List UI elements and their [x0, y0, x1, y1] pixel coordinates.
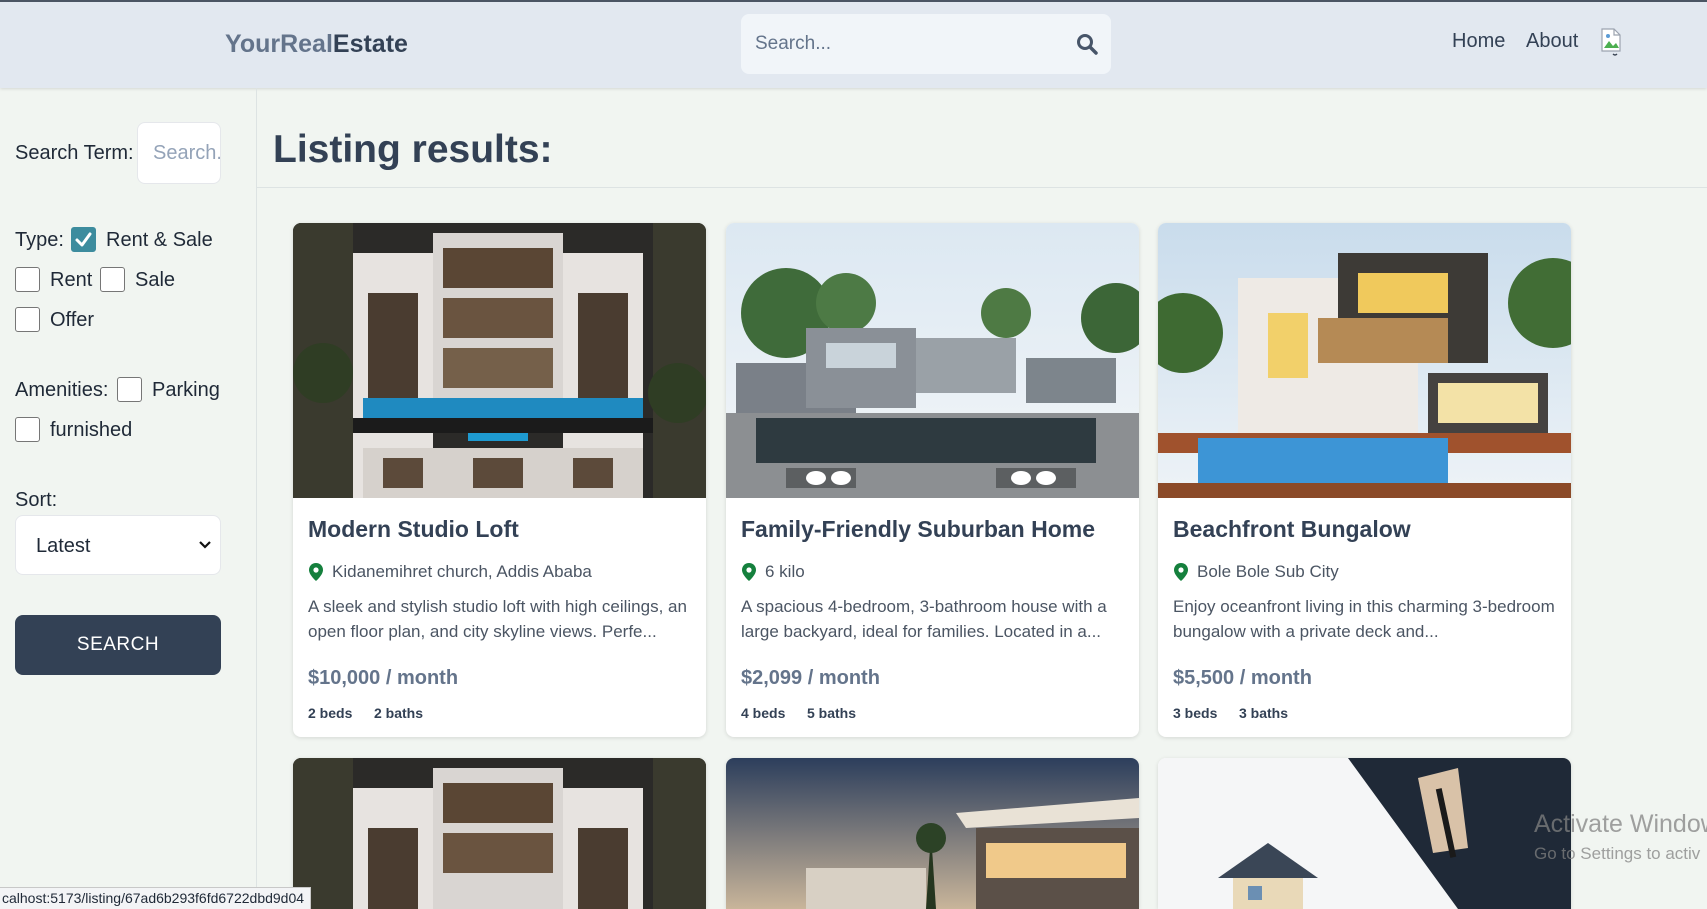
nav-about-link[interactable]: About: [1526, 30, 1578, 53]
listing-card[interactable]: Beachfront Bungalow Bole Bole Sub City E…: [1158, 223, 1571, 737]
listing-image[interactable]: [1158, 758, 1571, 909]
title-divider: [257, 187, 1707, 188]
listing-image[interactable]: [726, 223, 1139, 498]
listing-description: Enjoy oceanfront living in this charming…: [1173, 597, 1555, 641]
chevron-down-icon: [199, 541, 211, 549]
listing-baths: 3 baths: [1239, 705, 1289, 721]
listing-price: $2,099 / month: [741, 667, 880, 689]
location-pin-icon: [309, 563, 323, 581]
logo-part-2: Estate: [332, 30, 408, 58]
rent-checkbox[interactable]: [15, 267, 40, 292]
listing-image[interactable]: [293, 758, 706, 909]
listing-card[interactable]: [726, 758, 1139, 909]
sort-selected-value: Latest: [36, 535, 91, 557]
sale-label: Sale: [135, 269, 176, 291]
header-search-input[interactable]: [755, 14, 1055, 74]
furnished-checkbox[interactable]: [15, 417, 40, 442]
logo-part-1: YourReal: [225, 30, 333, 58]
rent-sale-label: Rent & Sale: [106, 229, 213, 251]
sort-select[interactable]: Latest: [15, 515, 221, 575]
header-search-form: [741, 14, 1111, 74]
furnished-label: furnished: [50, 419, 133, 441]
amenities-label: Amenities:: [15, 379, 109, 401]
listing-description: A sleek and stylish studio loft with hig…: [308, 597, 687, 641]
listing-image[interactable]: [726, 758, 1139, 909]
listing-location: 6 kilo: [765, 562, 805, 581]
nav-home-link[interactable]: Home: [1452, 30, 1505, 53]
offer-checkbox[interactable]: [15, 307, 40, 332]
listing-baths: 2 baths: [374, 705, 424, 721]
offer-label: Offer: [50, 309, 95, 331]
listing-beds: 2 beds: [308, 705, 353, 721]
search-term-input[interactable]: [137, 122, 221, 184]
listing-image[interactable]: [1158, 223, 1571, 498]
rent-label: Rent: [50, 269, 93, 291]
listing-card[interactable]: [293, 758, 706, 909]
listing-image[interactable]: [293, 223, 706, 498]
listing-baths: 5 baths: [807, 705, 857, 721]
page-title: Listing results:: [273, 128, 553, 171]
site-logo[interactable]: YourRealEstate: [225, 30, 408, 59]
listing-beds: 3 beds: [1173, 705, 1218, 721]
browser-status-url: calhost:5173/listing/67ad6b293f6fd6722db…: [0, 887, 312, 909]
parking-checkbox[interactable]: [117, 377, 142, 402]
search-term-label: Search Term:: [15, 142, 134, 164]
type-label: Type:: [15, 229, 64, 251]
listing-description: A spacious 4-bedroom, 3-bathroom house w…: [741, 597, 1107, 641]
listing-card[interactable]: Modern Studio Loft Kidanemihret church, …: [293, 223, 706, 737]
sort-label: Sort:: [15, 489, 58, 511]
listing-price: $5,500 / month: [1173, 667, 1312, 689]
sale-checkbox[interactable]: [100, 267, 125, 292]
listing-card[interactable]: [1158, 758, 1571, 909]
listing-title: Modern Studio Loft: [308, 516, 519, 542]
location-pin-icon: [1174, 563, 1188, 581]
activate-windows-subtext: Go to Settings to activ: [1534, 844, 1701, 863]
avatar-broken-image-icon[interactable]: [1599, 27, 1625, 59]
listing-card[interactable]: Family-Friendly Suburban Home 6 kilo A s…: [726, 223, 1139, 737]
filter-search-button[interactable]: SEARCH: [15, 615, 221, 675]
listing-title: Family-Friendly Suburban Home: [741, 516, 1095, 542]
listing-location: Kidanemihret church, Addis Ababa: [332, 562, 592, 581]
activate-windows-watermark: Activate Window: [1534, 810, 1707, 838]
listing-title: Beachfront Bungalow: [1173, 516, 1411, 542]
search-icon[interactable]: [1075, 32, 1099, 56]
rent-sale-checkbox[interactable]: [71, 227, 96, 252]
top-header: YourRealEstate Home About: [0, 0, 1707, 88]
parking-label: Parking: [152, 379, 220, 401]
location-pin-icon: [742, 563, 756, 581]
listing-location: Bole Bole Sub City: [1197, 562, 1339, 581]
listing-beds: 4 beds: [741, 705, 786, 721]
listing-price: $10,000 / month: [308, 667, 459, 689]
